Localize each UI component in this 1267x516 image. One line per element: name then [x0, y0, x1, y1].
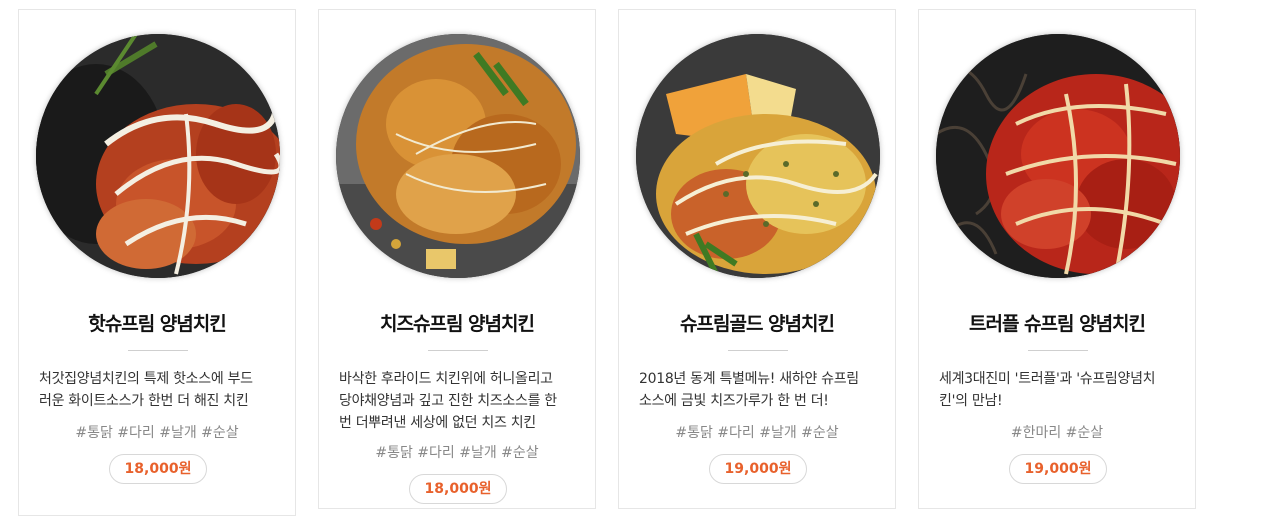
divider: [128, 350, 188, 351]
description-line: 러운 화이트소스가 한번 더 해진 치킨: [39, 393, 249, 409]
product-name[interactable]: 트러플 슈프림 양념치킨: [919, 309, 1195, 336]
product-name[interactable]: 핫슈프림 양념치킨: [19, 309, 295, 336]
product-tags: #통닭 #다리 #날개 #순살: [675, 425, 839, 441]
description-line: 번 더뿌려낸 세상에 없던 치즈 치킨: [339, 415, 536, 431]
product-photo[interactable]: [936, 34, 1180, 278]
product-photo[interactable]: [336, 34, 580, 278]
price-badge: 19,000원: [1009, 454, 1107, 484]
product-card-hot-supreme[interactable]: 핫슈프림 양념치킨 처갓집양념치킨의 특제 핫소스에 부드 러운 화이트소스가 …: [18, 9, 296, 516]
product-card-truffle-supreme[interactable]: 트러플 슈프림 양념치킨 세계3대진미 '트러플'과 '슈프림양념치 킨'의 만…: [918, 9, 1196, 509]
description-line: 처갓집양념치킨의 특제 핫소스에 부드: [39, 371, 253, 387]
product-tags: #한마리 #순살: [1010, 425, 1104, 441]
product-name[interactable]: 슈프림골드 양념치킨: [619, 309, 895, 336]
description-line: 2018년 동계 특별메뉴! 새하얀 슈프림: [639, 371, 859, 387]
chicken-image: [336, 34, 580, 278]
divider: [728, 350, 788, 351]
description-line: 킨'의 만남!: [939, 393, 1003, 409]
product-card-supreme-gold[interactable]: 슈프림골드 양념치킨 2018년 동계 특별메뉴! 새하얀 슈프림 소스에 금빛…: [618, 9, 896, 509]
product-card-cheese-supreme[interactable]: 치즈슈프림 양념치킨 바삭한 후라이드 치킨위에 허니올리고 당야채양념과 깊고…: [318, 9, 596, 509]
product-tags: #통닭 #다리 #날개 #순살: [375, 445, 539, 461]
product-description: 바삭한 후라이드 치킨위에 허니올리고 당야채양념과 깊고 진한 치즈소스를 한…: [339, 368, 575, 434]
description-line: 세계3대진미 '트러플'과 '슈프림양념치: [939, 371, 1156, 387]
product-photo[interactable]: [636, 34, 880, 278]
product-tags: #통닭 #다리 #날개 #순살: [75, 425, 239, 441]
price-badge: 19,000원: [709, 454, 807, 484]
price-badge: 18,000원: [409, 474, 507, 504]
price-badge: 18,000원: [109, 454, 207, 484]
description-line: 바삭한 후라이드 치킨위에 허니올리고: [339, 371, 553, 387]
chicken-image: [36, 34, 280, 278]
product-description: 세계3대진미 '트러플'과 '슈프림양념치 킨'의 만남!: [939, 368, 1175, 412]
product-description: 처갓집양념치킨의 특제 핫소스에 부드 러운 화이트소스가 한번 더 해진 치킨: [39, 368, 275, 412]
divider: [1028, 350, 1088, 351]
chicken-image: [936, 34, 1180, 278]
divider: [428, 350, 488, 351]
product-description: 2018년 동계 특별메뉴! 새하얀 슈프림 소스에 금빛 치즈가루가 한 번 …: [639, 368, 875, 412]
description-line: 당야채양념과 깊고 진한 치즈소스를 한: [339, 393, 557, 409]
description-line: 소스에 금빛 치즈가루가 한 번 더!: [639, 393, 829, 409]
chicken-image: [636, 34, 880, 278]
product-photo[interactable]: [36, 34, 280, 278]
product-name[interactable]: 치즈슈프림 양념치킨: [319, 309, 595, 336]
